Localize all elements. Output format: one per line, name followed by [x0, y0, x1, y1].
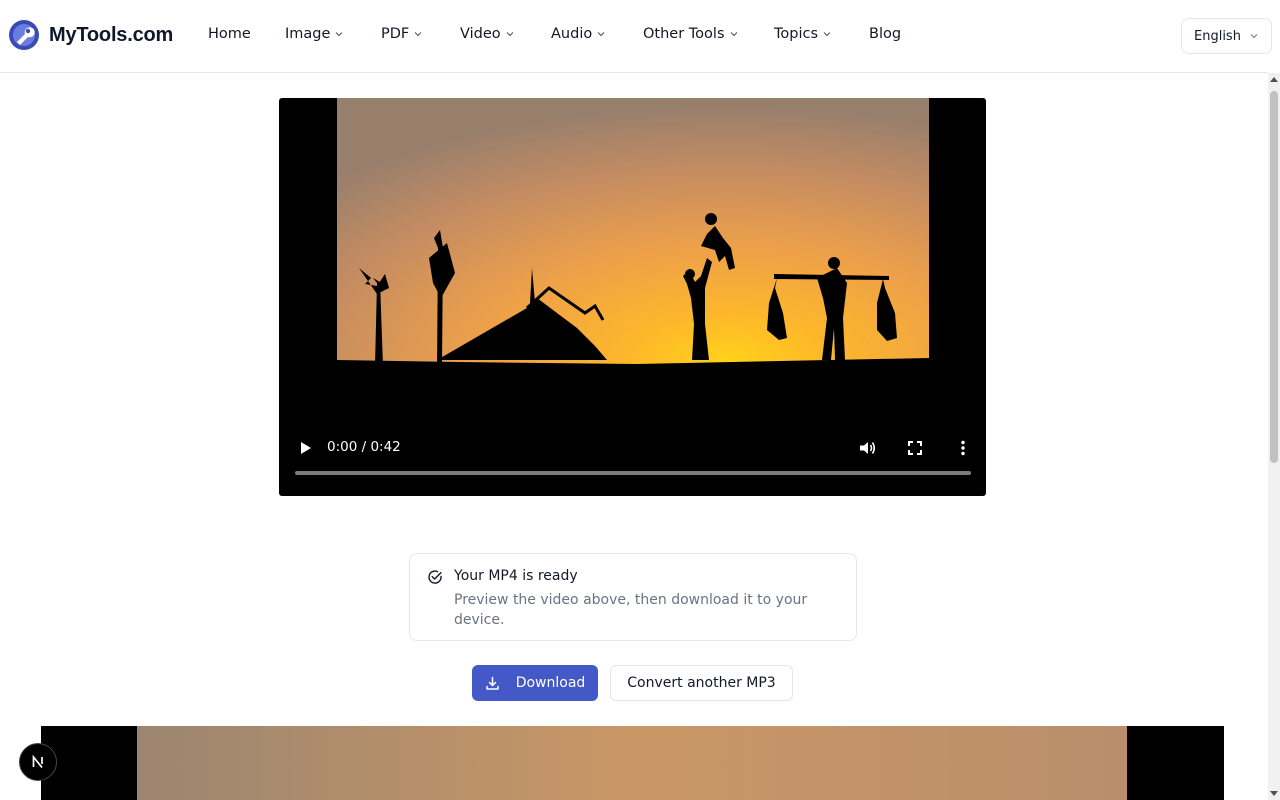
nav-item-other-tools[interactable]: Other Tools [643, 26, 738, 42]
nav-item-label: Home [208, 26, 251, 42]
language-select-value: English [1194, 28, 1241, 44]
download-button-label: Download [515, 675, 586, 691]
scroll-down-arrow-icon[interactable] [1270, 791, 1278, 796]
nav-item-label: Other Tools [643, 26, 725, 42]
video-time-display: 0:00 / 0:42 [327, 439, 401, 455]
site-logo[interactable]: MyTools.com [8, 19, 173, 51]
nav-item-label: Blog [869, 26, 902, 42]
video-frame-sunset-silhouettes [337, 98, 929, 366]
video-progress-bar[interactable] [295, 471, 971, 475]
chevron-down-icon [597, 32, 605, 37]
chevron-down-icon [414, 32, 422, 37]
ready-notice-card: Your MP4 is ready Preview the video abov… [409, 553, 857, 641]
nav-item-home[interactable]: Home [208, 26, 251, 42]
play-icon[interactable] [299, 441, 313, 455]
nav-item-label: PDF [381, 26, 410, 42]
download-button[interactable]: Download [472, 665, 598, 701]
chevron-down-icon [506, 32, 514, 37]
nav-item-pdf[interactable]: PDF [381, 26, 422, 42]
chevron-down-icon [336, 32, 343, 37]
download-icon [485, 676, 499, 690]
page-scrollbar[interactable] [1268, 73, 1280, 800]
language-select[interactable]: English [1181, 18, 1272, 54]
floating-badge-button[interactable] [19, 743, 57, 781]
fullscreen-icon[interactable] [907, 440, 923, 456]
more-options-icon[interactable] [956, 440, 970, 456]
site-header: MyTools.com Home Image PDF Video Audio O… [0, 0, 1272, 73]
nav-item-label: Image [285, 26, 331, 42]
wrench-globe-icon [9, 20, 39, 50]
convert-another-button-label: Convert another MP3 [627, 675, 776, 691]
ready-description: Preview the video above, then download i… [454, 592, 808, 628]
check-circle-icon [428, 570, 442, 584]
nav-item-label: Audio [551, 26, 593, 42]
scroll-up-arrow-icon[interactable] [1270, 77, 1278, 82]
nav-item-image[interactable]: Image [285, 26, 343, 42]
convert-another-button[interactable]: Convert another MP3 [610, 665, 793, 701]
chevron-down-icon [823, 32, 831, 37]
nav-item-audio[interactable]: Audio [551, 26, 605, 42]
n-logo-icon [32, 754, 43, 769]
chevron-down-icon [730, 32, 737, 37]
secondary-video-player[interactable] [41, 726, 1224, 800]
ready-title: Your MP4 is ready [454, 568, 578, 584]
chevron-down-icon [1250, 34, 1258, 39]
video-player[interactable] [279, 98, 986, 496]
nav-item-label: Topics [774, 26, 819, 42]
secondary-video-frame [137, 726, 1127, 800]
nav-item-video[interactable]: Video [460, 26, 514, 42]
nav-item-label: Video [460, 26, 501, 42]
nav-item-blog[interactable]: Blog [869, 26, 901, 42]
site-name: MyTools.com [49, 23, 174, 46]
nav-item-topics[interactable]: Topics [774, 26, 831, 42]
volume-icon[interactable] [858, 439, 876, 457]
scrollbar-thumb[interactable] [1270, 91, 1278, 463]
